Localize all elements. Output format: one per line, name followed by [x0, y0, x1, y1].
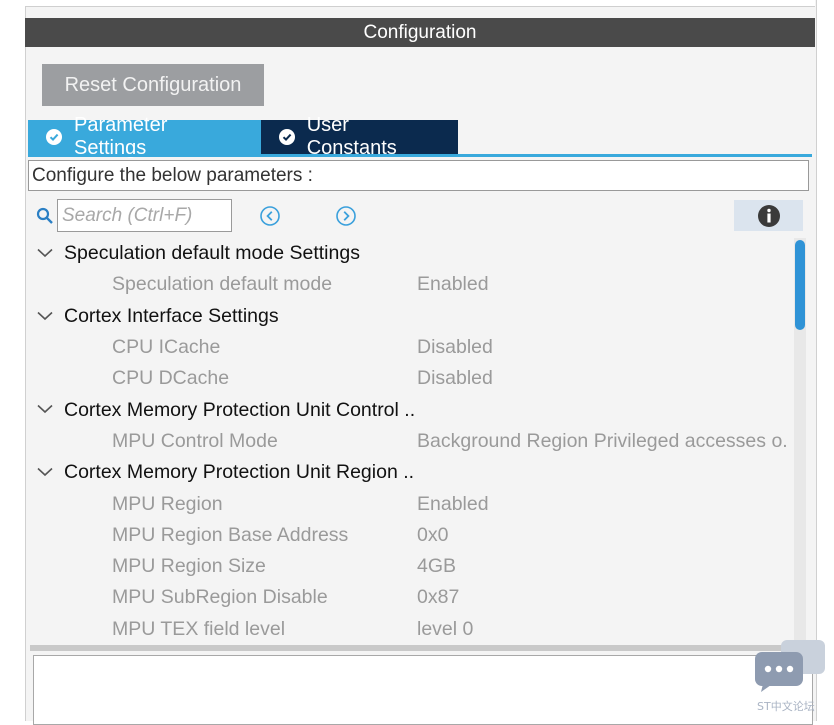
- param-label: Speculation default mode: [112, 273, 333, 296]
- group-label: Cortex Memory Protection Unit Region ..: [64, 461, 415, 484]
- param-value: Enabled: [417, 273, 489, 296]
- param-row[interactable]: MPU Region Size 4GB: [30, 551, 792, 582]
- tab-parameter-settings[interactable]: Parameter Settings: [28, 114, 261, 159]
- param-value: Enabled: [417, 492, 489, 515]
- next-match-icon[interactable]: [335, 205, 357, 227]
- tree-group-mpu-control[interactable]: Cortex Memory Protection Unit Control ..: [30, 394, 792, 425]
- group-label: Speculation default mode Settings: [64, 242, 360, 265]
- parameters-description: Configure the below parameters :: [28, 160, 809, 191]
- check-circle-icon: [279, 129, 295, 145]
- param-value: 0x87: [417, 586, 460, 609]
- param-value: 4GB: [417, 555, 457, 578]
- tree-group-cortex-interface[interactable]: Cortex Interface Settings: [30, 301, 792, 332]
- param-value: Disabled: [417, 367, 493, 390]
- param-value: Disabled: [417, 336, 493, 359]
- param-value: Background Region Privileged accesses o.: [417, 429, 788, 452]
- param-label: CPU DCache: [112, 367, 230, 390]
- param-label: MPU Region: [112, 492, 223, 515]
- splitter-handle[interactable]: [30, 645, 812, 651]
- param-label: MPU Region Base Address: [112, 523, 349, 546]
- group-label: Cortex Interface Settings: [64, 304, 279, 327]
- param-row[interactable]: MPU Control Mode Background Region Privi…: [30, 426, 792, 457]
- panel-title-text: Configuration: [363, 21, 477, 43]
- param-row[interactable]: MPU Region Enabled: [30, 488, 792, 519]
- tab-underline: [28, 154, 812, 157]
- reset-configuration-button[interactable]: Reset Configuration: [42, 64, 264, 106]
- param-label: MPU SubRegion Disable: [112, 586, 328, 609]
- details-panel: [33, 655, 813, 725]
- tree-group-mpu-region[interactable]: Cortex Memory Protection Unit Region ..: [30, 457, 792, 488]
- chevron-down-icon[interactable]: [37, 404, 53, 414]
- check-circle-icon: [46, 129, 62, 145]
- previous-match-icon[interactable]: [259, 205, 281, 227]
- param-row[interactable]: CPU ICache Disabled: [30, 332, 792, 363]
- scrollbar-thumb[interactable]: [795, 240, 805, 330]
- param-label: CPU ICache: [112, 336, 221, 359]
- param-row[interactable]: MPU SubRegion Disable 0x87: [30, 582, 792, 613]
- param-row[interactable]: Speculation default mode Enabled: [30, 269, 792, 300]
- chat-bubble-icon: [755, 640, 825, 692]
- info-icon: [757, 204, 780, 227]
- param-row[interactable]: MPU TEX field level level 0: [30, 614, 792, 643]
- description-text: Configure the below parameters :: [32, 164, 313, 186]
- top-strip: [25, 0, 815, 7]
- param-row[interactable]: MPU Region Base Address 0x0: [30, 520, 792, 551]
- watermark-text: ST中文论坛: [757, 700, 815, 713]
- panel-title: Configuration: [25, 18, 815, 47]
- parameter-tree: Speculation default mode Settings Specul…: [30, 238, 792, 643]
- search-icon[interactable]: [36, 207, 54, 225]
- chevron-down-icon[interactable]: [37, 311, 53, 321]
- chevron-down-icon[interactable]: [37, 248, 53, 258]
- chevron-down-icon[interactable]: [37, 467, 53, 477]
- param-row[interactable]: CPU DCache Disabled: [30, 363, 792, 394]
- param-label: MPU TEX field level: [112, 617, 286, 640]
- tab-user-constants[interactable]: User Constants: [261, 114, 458, 159]
- group-label: Cortex Memory Protection Unit Control ..: [64, 398, 416, 421]
- param-value: level 0: [417, 617, 474, 640]
- tab-bar: Parameter Settings User Constants: [28, 114, 458, 159]
- param-value: 0x0: [417, 523, 449, 546]
- param-label: MPU Region Size: [112, 555, 266, 578]
- search-input[interactable]: [57, 199, 232, 232]
- info-button[interactable]: [734, 200, 803, 231]
- tree-group-speculation[interactable]: Speculation default mode Settings: [30, 238, 792, 269]
- param-label: MPU Control Mode: [112, 429, 278, 452]
